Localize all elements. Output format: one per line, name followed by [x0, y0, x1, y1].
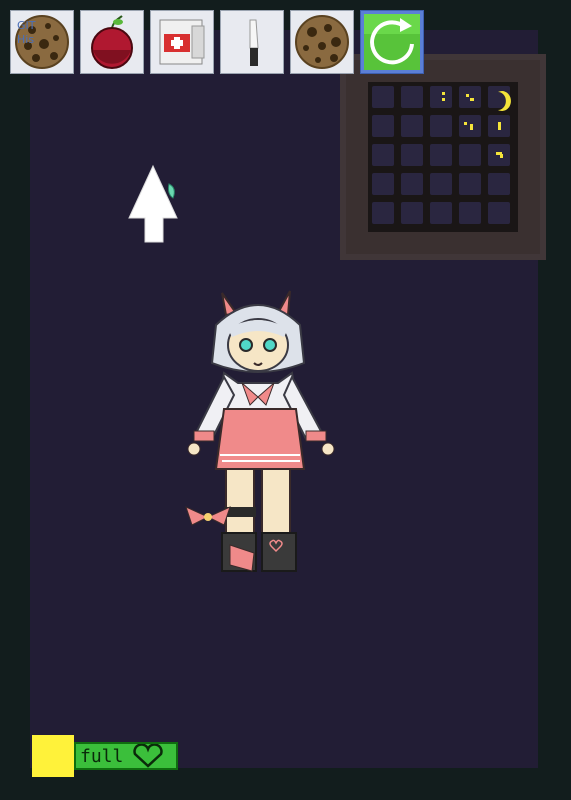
hunger-bar: full — [74, 742, 178, 770]
cherry-icon — [91, 15, 133, 69]
character[interactable] — [180, 285, 345, 577]
cherry-button[interactable] — [80, 10, 144, 74]
status-square — [32, 735, 74, 777]
cursor-arrow-icon — [128, 164, 178, 243]
medkit-icon — [159, 19, 205, 65]
cookie-overlay-text: GIT His — [17, 19, 36, 46]
knife-icon — [249, 19, 259, 66]
cookie-icon — [295, 15, 349, 69]
knife-button[interactable] — [220, 10, 284, 74]
status-indicator: full — [32, 735, 178, 777]
medkit-button[interactable] — [150, 10, 214, 74]
refresh-icon — [364, 14, 420, 70]
toolbar: GIT His — [10, 10, 424, 76]
star-icon — [442, 92, 445, 95]
reset-button[interactable] — [360, 10, 424, 74]
moon-icon — [498, 91, 511, 111]
cookie-button[interactable]: GIT His — [10, 10, 74, 74]
night-window — [340, 54, 546, 260]
heart-icon — [133, 744, 164, 768]
hunger-label: full — [80, 745, 124, 767]
window-panes — [368, 82, 518, 232]
cookie-button-2[interactable] — [290, 10, 354, 74]
